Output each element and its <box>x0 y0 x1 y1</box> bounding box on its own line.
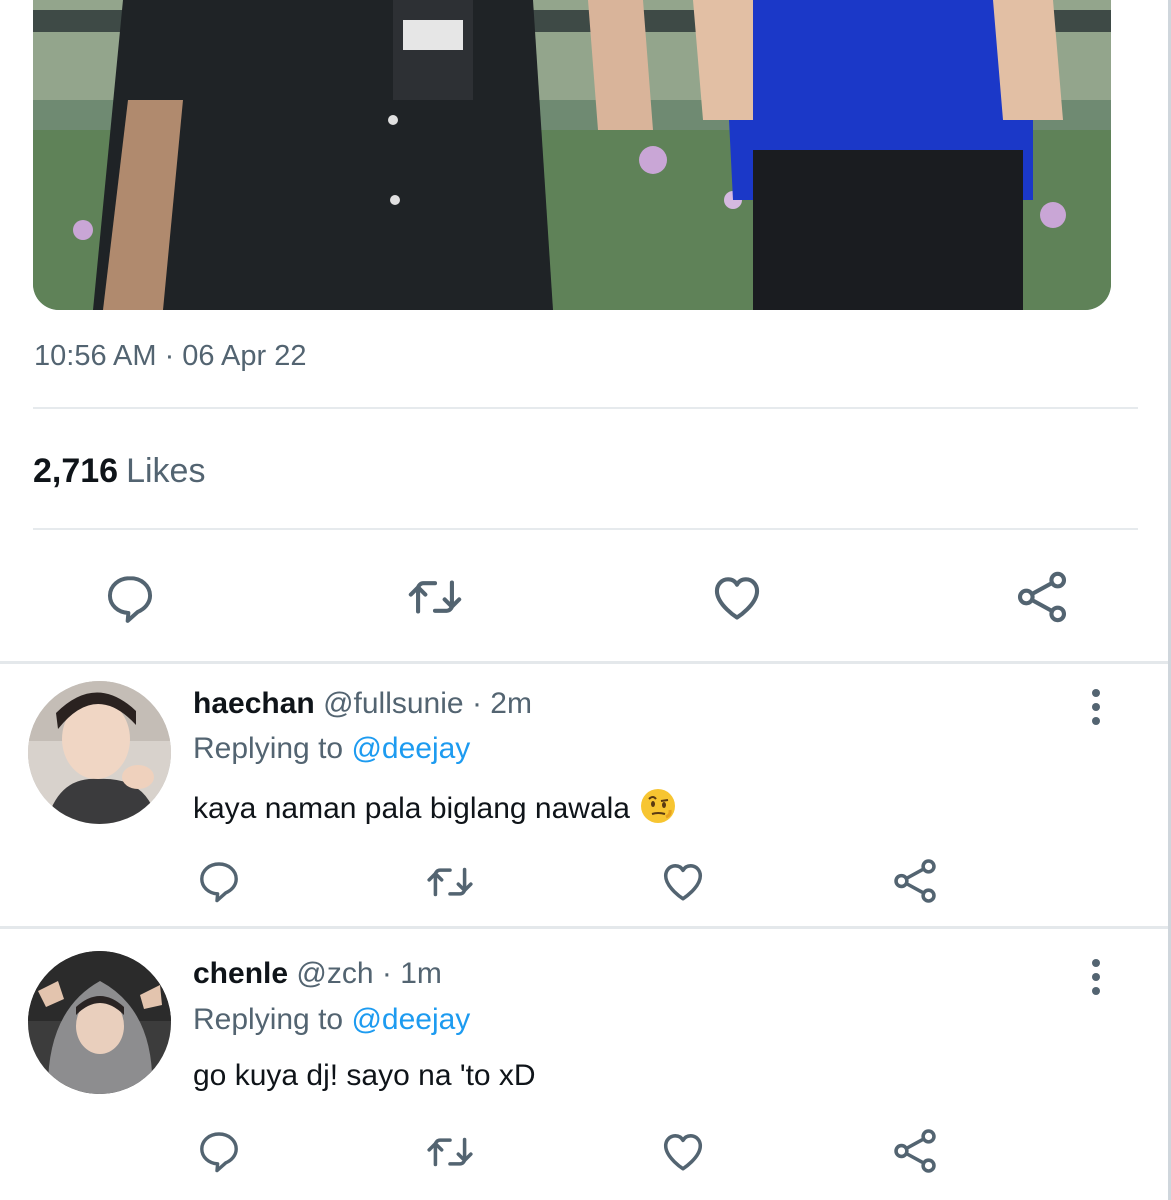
reply-display-name[interactable]: chenle <box>193 957 288 990</box>
share-icon[interactable] <box>890 856 940 906</box>
reply-time: · 2m <box>471 687 532 720</box>
reply-item[interactable]: chenle @zch · 1m Replying to @deejay go … <box>0 929 1168 1200</box>
more-options-icon[interactable] <box>1080 955 1112 999</box>
reply-handle[interactable]: @fullsunie <box>323 687 464 720</box>
heart-icon[interactable] <box>658 856 708 906</box>
more-options-icon[interactable] <box>1080 685 1112 729</box>
replying-to: Replying to @deejay <box>193 1003 470 1037</box>
retweet-icon[interactable] <box>406 568 464 626</box>
mention-link[interactable]: @deejay <box>351 732 470 765</box>
avatar[interactable] <box>28 951 171 1094</box>
reply-text: go kuya dj! sayo na 'to xD <box>193 1059 536 1093</box>
replying-to: Replying to @deejay <box>193 732 470 766</box>
divider <box>33 407 1138 409</box>
reply-body: kaya naman pala biglang nawala <box>193 792 630 825</box>
share-icon[interactable] <box>1013 568 1071 626</box>
reply-body: go kuya dj! sayo na 'to xD <box>193 1059 536 1092</box>
reply-header: haechan @fullsunie · 2m <box>193 687 532 721</box>
reply-handle[interactable]: @zch <box>296 957 373 990</box>
reply-header: chenle @zch · 1m <box>193 957 442 991</box>
retweet-icon[interactable] <box>425 1127 475 1177</box>
share-icon[interactable] <box>890 1126 940 1176</box>
avatar[interactable] <box>28 681 171 824</box>
replying-to-prefix: Replying to <box>193 1003 344 1036</box>
tweet-timestamp: 10:56 AM · 06 Apr 22 <box>34 340 307 372</box>
heart-icon[interactable] <box>658 1126 708 1176</box>
raised-eyebrow-emoji <box>640 788 676 824</box>
comment-icon[interactable] <box>102 570 158 626</box>
heart-icon[interactable] <box>708 568 766 626</box>
retweet-icon[interactable] <box>425 857 475 907</box>
reply-display-name[interactable]: haechan <box>193 687 315 720</box>
mention-link[interactable]: @deejay <box>351 1003 470 1036</box>
likes-stat[interactable]: 2,716 Likes <box>33 452 205 491</box>
reply-text: kaya naman pala biglang nawala <box>193 788 676 826</box>
likes-label: Likes <box>126 452 206 490</box>
likes-count: 2,716 <box>33 452 119 490</box>
tweet-photo[interactable] <box>33 0 1111 310</box>
reply-time: · 1m <box>381 957 442 990</box>
comment-icon[interactable] <box>195 1127 243 1175</box>
divider <box>33 528 1138 530</box>
reply-item[interactable]: haechan @fullsunie · 2m Replying to @dee… <box>0 664 1168 926</box>
replying-to-prefix: Replying to <box>193 732 344 765</box>
comment-icon[interactable] <box>195 857 243 905</box>
